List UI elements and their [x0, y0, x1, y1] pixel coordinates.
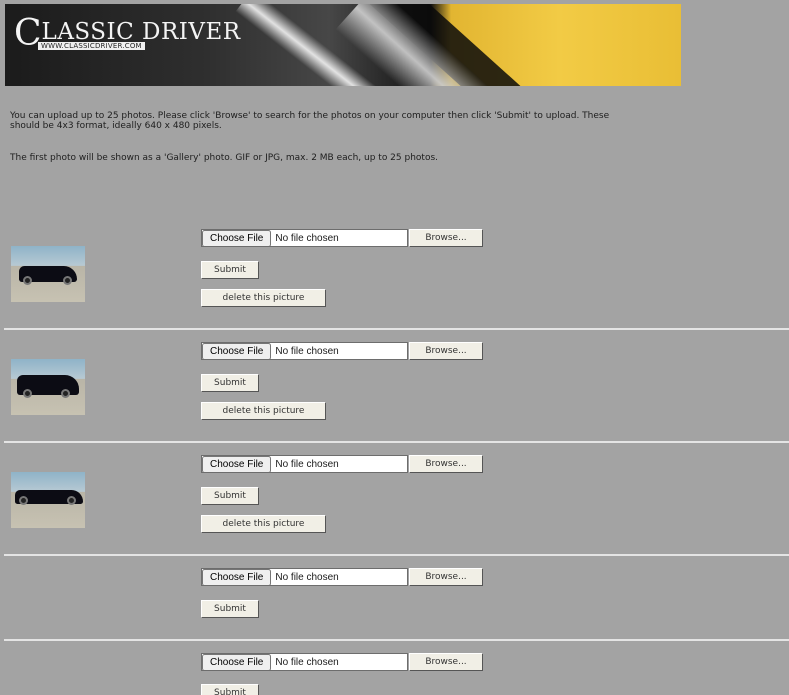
browse-button[interactable]: Browse...: [409, 568, 483, 586]
classic-driver-banner: CLASSIC DRIVER WWW.CLASSICDRIVER.COM: [5, 4, 681, 86]
logo-url: WWW.CLASSICDRIVER.COM: [38, 42, 145, 50]
gallery-note: The first photo will be shown as a 'Gall…: [10, 153, 439, 163]
photo-file-input[interactable]: [201, 229, 408, 247]
browse-button[interactable]: Browse...: [409, 342, 483, 360]
photo-file-input[interactable]: [201, 568, 408, 586]
row-divider: [4, 328, 789, 330]
site-logo[interactable]: CLASSIC DRIVER WWW.CLASSICDRIVER.COM: [14, 16, 241, 52]
submit-button[interactable]: Submit: [201, 684, 259, 695]
photo-file-input[interactable]: [201, 342, 408, 360]
browse-button[interactable]: Browse...: [409, 455, 483, 473]
photo-thumbnail[interactable]: [11, 246, 85, 302]
upload-page: CLASSIC DRIVER WWW.CLASSICDRIVER.COM You…: [0, 0, 789, 695]
submit-button[interactable]: Submit: [201, 374, 259, 392]
browse-button[interactable]: Browse...: [409, 229, 483, 247]
row-divider: [4, 639, 789, 641]
row-divider: [4, 441, 789, 443]
photo-thumbnail[interactable]: [11, 359, 85, 415]
delete-picture-button[interactable]: delete this picture: [201, 289, 326, 307]
delete-picture-button[interactable]: delete this picture: [201, 402, 326, 420]
photo-thumbnail[interactable]: [11, 472, 85, 528]
browse-button[interactable]: Browse...: [409, 653, 483, 671]
upload-instructions: You can upload up to 25 photos. Please c…: [10, 111, 610, 131]
submit-button[interactable]: Submit: [201, 487, 259, 505]
photo-file-input[interactable]: [201, 653, 408, 671]
row-divider: [4, 554, 789, 556]
delete-picture-button[interactable]: delete this picture: [201, 515, 326, 533]
submit-button[interactable]: Submit: [201, 600, 259, 618]
submit-button[interactable]: Submit: [201, 261, 259, 279]
photo-file-input[interactable]: [201, 455, 408, 473]
